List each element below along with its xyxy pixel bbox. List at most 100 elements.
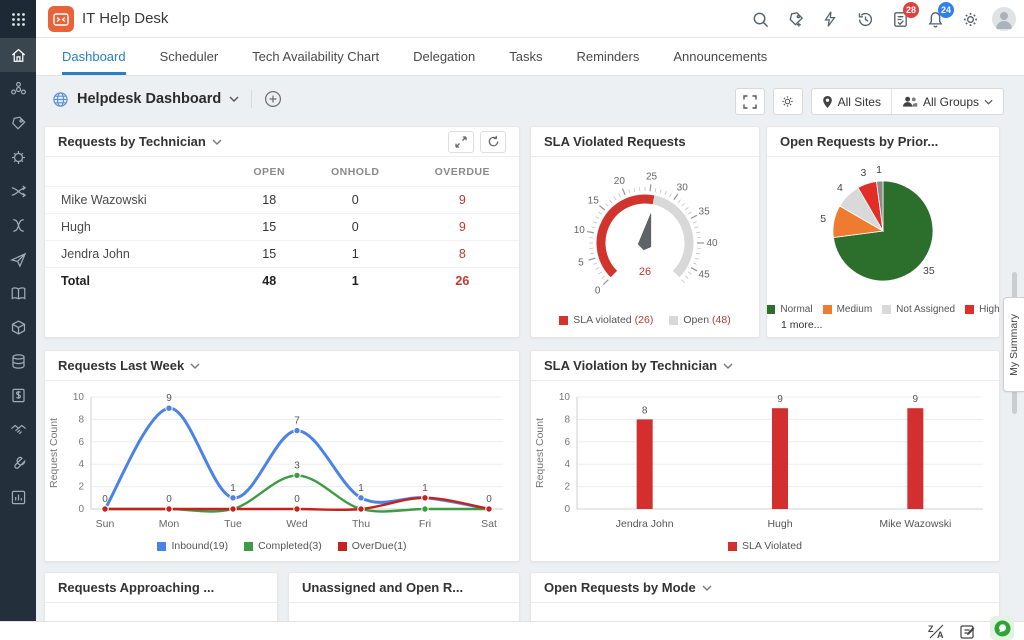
user-avatar[interactable] xyxy=(992,7,1016,31)
chevron-down-icon[interactable] xyxy=(702,585,712,591)
sidebar-item-spinner-icon[interactable] xyxy=(0,72,36,106)
sidebar-item-wrench-icon[interactable] xyxy=(0,446,36,480)
svg-text:Request Count: Request Count xyxy=(534,418,546,488)
new-ticket-icon[interactable] xyxy=(782,6,808,32)
launch-icon xyxy=(9,250,28,269)
app-launcher-icon[interactable] xyxy=(0,0,36,38)
svg-text:Jendra John: Jendra John xyxy=(616,518,674,530)
tab-reminders[interactable]: Reminders xyxy=(576,38,639,75)
pending-tasks-icon[interactable]: 28 xyxy=(887,6,913,32)
svg-text:9: 9 xyxy=(166,393,172,404)
svg-text:0: 0 xyxy=(486,494,492,505)
all-sites-button[interactable]: All Sites xyxy=(812,89,891,114)
legend-item[interactable]: OverDue(1) xyxy=(338,540,407,552)
svg-text:0: 0 xyxy=(294,494,300,505)
requests-by-technician-table: OPENONHOLDOVERDUE Mike Wazowski1809Hugh1… xyxy=(45,157,519,294)
svg-text:1: 1 xyxy=(876,164,882,176)
chevron-down-icon[interactable] xyxy=(723,363,733,369)
sidebar-item-home-icon[interactable] xyxy=(0,38,36,72)
sidebar-item-knot-icon[interactable] xyxy=(0,208,36,242)
tab-dashboard[interactable]: Dashboard xyxy=(62,38,126,75)
legend-item[interactable]: SLA Violated xyxy=(728,540,802,552)
legend-item[interactable]: Not Assigned xyxy=(882,304,955,315)
legend-item[interactable]: High xyxy=(965,304,1000,315)
sidebar-item-report-icon[interactable] xyxy=(0,480,36,514)
dashboard-settings-button[interactable] xyxy=(773,88,803,115)
legend-item[interactable]: Inbound(19) xyxy=(157,540,228,552)
bug-icon xyxy=(9,148,28,167)
chevron-down-icon[interactable] xyxy=(212,139,222,145)
sidebar-item-book-icon[interactable] xyxy=(0,276,36,310)
sidebar-item-bug-icon[interactable] xyxy=(0,140,36,174)
quick-actions-icon[interactable] xyxy=(817,6,843,32)
settings-gear-icon[interactable] xyxy=(957,6,983,32)
legend-item[interactable]: Normal xyxy=(766,304,812,315)
sidebar-item-shuffle-icon[interactable] xyxy=(0,174,36,208)
svg-text:Hugh: Hugh xyxy=(767,518,792,530)
svg-text:5: 5 xyxy=(820,213,826,225)
requests-last-week-chart[interactable]: 0246810Request CountSunMonTueWedThuFriSa… xyxy=(45,381,519,535)
search-icon[interactable] xyxy=(747,6,773,32)
svg-text:20: 20 xyxy=(614,176,626,187)
svg-text:4: 4 xyxy=(78,459,84,470)
legend-more-link[interactable]: 1 more... xyxy=(767,315,999,331)
line-legend: Inbound(19) Completed(3) OverDue(1) xyxy=(45,540,519,552)
report-icon xyxy=(9,488,28,507)
sidebar-item-launch-icon[interactable] xyxy=(0,242,36,276)
history-icon[interactable] xyxy=(852,6,878,32)
ticket-icon xyxy=(9,114,28,133)
svg-text:4: 4 xyxy=(837,182,843,194)
all-groups-button[interactable]: All Groups xyxy=(891,89,1003,114)
svg-text:2: 2 xyxy=(564,482,570,493)
svg-text:0: 0 xyxy=(102,494,108,505)
gauge-legend: SLA violated(26) Open(48) xyxy=(531,314,759,326)
sidebar-item-ticket-icon[interactable] xyxy=(0,106,36,140)
legend-item[interactable]: Completed(3) xyxy=(244,540,322,552)
bottom-bar: ZA xyxy=(0,621,1024,640)
sla-violation-bar-chart[interactable]: 0246810Request CountJendra John8Hugh9Mik… xyxy=(531,381,999,535)
legend-item[interactable]: SLA violated(26) xyxy=(559,314,653,326)
expand-card-button[interactable] xyxy=(448,131,474,153)
sidebar-item-database-icon[interactable] xyxy=(0,344,36,378)
chevron-down-icon[interactable] xyxy=(229,96,239,102)
legend-item[interactable]: Medium xyxy=(823,304,873,315)
tab-tech-availability-chart[interactable]: Tech Availability Chart xyxy=(252,38,379,75)
feedback-compose-icon[interactable] xyxy=(960,624,976,639)
bar-legend: SLA Violated xyxy=(531,540,999,552)
pie-legend: Normal Medium Not Assigned High xyxy=(767,304,999,315)
svg-text:0: 0 xyxy=(595,285,601,296)
divider xyxy=(251,90,252,108)
legend-item[interactable]: Open(48) xyxy=(669,314,730,326)
chevron-down-icon[interactable] xyxy=(190,363,200,369)
translate-icon[interactable]: ZA xyxy=(928,624,946,639)
tab-delegation[interactable]: Delegation xyxy=(413,38,475,75)
svg-text:Wed: Wed xyxy=(286,518,308,530)
sidebar-item-package-icon[interactable] xyxy=(0,310,36,344)
sidebar-item-handshake-icon[interactable] xyxy=(0,412,36,446)
priority-pie-chart[interactable]: 355431 xyxy=(767,157,999,299)
tab-tasks[interactable]: Tasks xyxy=(509,38,542,75)
home-icon xyxy=(9,46,28,65)
notifications-bell-icon[interactable]: 24 xyxy=(922,6,948,32)
dashboard-title[interactable]: Helpdesk Dashboard xyxy=(77,91,221,107)
svg-text:35: 35 xyxy=(923,265,935,277)
live-chat-icon[interactable] xyxy=(990,616,1014,640)
card-title: Requests by Technician xyxy=(58,134,206,149)
add-dashboard-icon[interactable] xyxy=(264,90,282,108)
tab-scheduler[interactable]: Scheduler xyxy=(160,38,219,75)
svg-text:45: 45 xyxy=(699,270,711,281)
card-requests-last-week: Requests Last Week 0246810Request CountS… xyxy=(44,350,520,562)
refresh-card-button[interactable] xyxy=(480,131,506,153)
sidebar-item-billing-icon[interactable] xyxy=(0,378,36,412)
col-onhold: ONHOLD xyxy=(305,157,406,187)
table-row: Jendra John1518 xyxy=(45,241,519,268)
app-logo-icon[interactable] xyxy=(48,6,74,32)
tab-announcements[interactable]: Announcements xyxy=(673,38,767,75)
fullscreen-button[interactable] xyxy=(735,88,765,115)
globe-icon xyxy=(52,91,69,108)
my-summary-tab[interactable]: My Summary xyxy=(1003,297,1024,392)
card-title: Open Requests by Mode xyxy=(544,580,696,595)
svg-text:Tue: Tue xyxy=(224,518,242,530)
svg-text:10: 10 xyxy=(574,225,586,236)
sla-gauge-chart[interactable]: 05101520253035404526 xyxy=(531,157,759,309)
